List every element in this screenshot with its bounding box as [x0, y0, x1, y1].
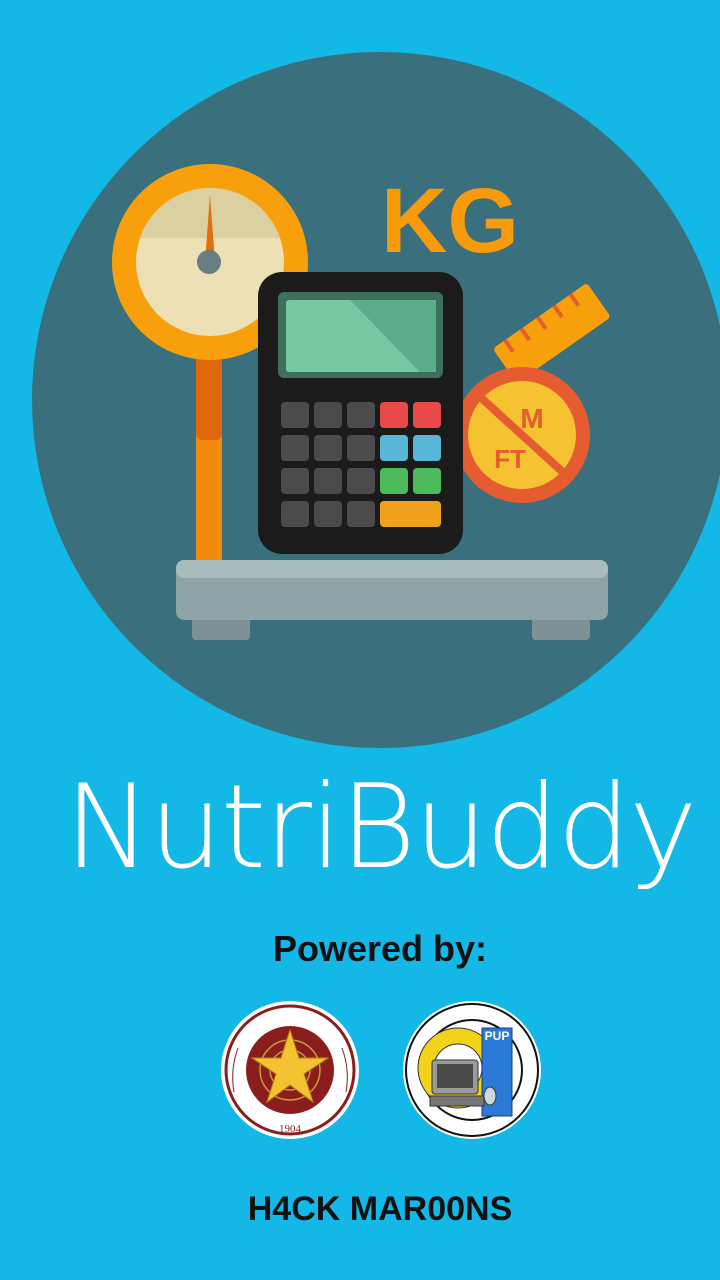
- pup-year: 1904: [279, 1123, 302, 1135]
- calculator-icon: [258, 272, 463, 554]
- hero-illustration: KG M FT: [32, 52, 720, 748]
- ccis-seal-icon: PUP: [403, 1001, 541, 1139]
- app-title: NutriBuddy: [64, 760, 697, 895]
- tape-label-ft: FT: [494, 444, 526, 474]
- kg-label: KG: [381, 170, 519, 272]
- tape-label-m: M: [520, 403, 543, 434]
- team-name: H4CK MAR00NS: [247, 1190, 513, 1228]
- pup-seal-icon: 1904: [221, 1001, 359, 1139]
- ccis-pup-badge: PUP: [485, 1029, 510, 1043]
- powered-by-label: Powered by:: [272, 928, 488, 969]
